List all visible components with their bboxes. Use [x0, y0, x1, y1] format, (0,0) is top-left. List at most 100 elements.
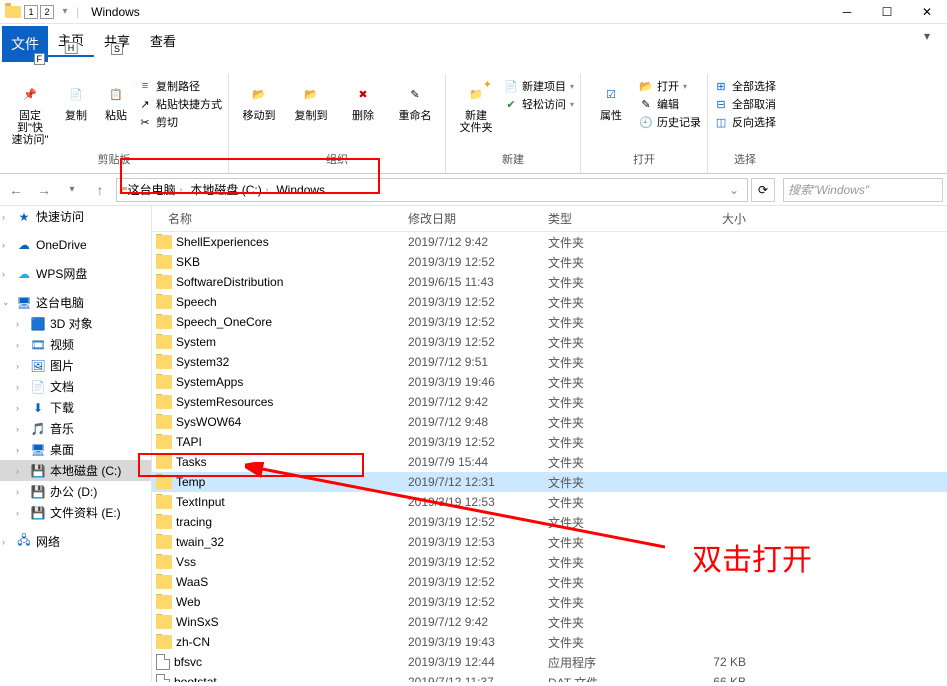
copy-button[interactable]: 📄复制: [58, 78, 94, 124]
expand-icon[interactable]: ›: [2, 240, 12, 250]
address-bar[interactable]: › 这台电脑› 本地磁盘 (C:)› Windows ⌄: [116, 178, 748, 202]
rename-button[interactable]: ✎重命名: [391, 78, 439, 124]
select-none-button[interactable]: ⊟全部取消: [714, 96, 776, 112]
qat-key-1[interactable]: 1: [24, 5, 38, 19]
sidebar-item-9[interactable]: ›💾文件资料 (E:): [0, 502, 151, 523]
sidebar-quick-access[interactable]: ›★快速访问: [0, 206, 151, 227]
breadcrumb-pc[interactable]: 这台电脑›: [124, 181, 187, 198]
sidebar-item-5[interactable]: ›🎵音乐: [0, 418, 151, 439]
tab-2[interactable]: 查看: [140, 25, 186, 56]
expand-icon[interactable]: ›: [16, 445, 26, 455]
moveto-button[interactable]: 📂移动到: [235, 78, 283, 124]
sidebar-network[interactable]: ›🖧网络: [0, 531, 151, 552]
file-list[interactable]: 名称 修改日期 类型 大小 ShellExperiences 2019/7/12…: [152, 206, 947, 682]
qat-dropdown-icon[interactable]: ▾: [56, 3, 74, 21]
copy-path-button[interactable]: ≡复制路径: [138, 78, 222, 94]
paste-button[interactable]: 📋粘贴: [98, 78, 134, 124]
list-item[interactable]: twain_32 2019/3/19 12:53 文件夹: [152, 532, 947, 552]
sidebar-item-2[interactable]: ›🖼图片: [0, 355, 151, 376]
list-item[interactable]: Speech_OneCore 2019/3/19 12:52 文件夹: [152, 312, 947, 332]
search-input[interactable]: 搜索"Windows": [783, 178, 943, 202]
expand-icon[interactable]: ›: [2, 269, 12, 279]
expand-icon[interactable]: ›: [16, 508, 26, 518]
expand-icon[interactable]: ›: [16, 340, 26, 350]
list-item[interactable]: Web 2019/3/19 12:52 文件夹: [152, 592, 947, 612]
list-item[interactable]: Tasks 2019/7/9 15:44 文件夹: [152, 452, 947, 472]
list-item[interactable]: WaaS 2019/3/19 12:52 文件夹: [152, 572, 947, 592]
list-item[interactable]: SysWOW64 2019/7/12 9:48 文件夹: [152, 412, 947, 432]
easy-access-button[interactable]: ✔轻松访问 ▾: [504, 96, 574, 112]
expand-icon[interactable]: ›: [16, 466, 26, 476]
list-item[interactable]: TextInput 2019/3/19 12:53 文件夹: [152, 492, 947, 512]
maximize-button[interactable]: ☐: [867, 0, 907, 24]
copyto-button[interactable]: 📂复制到: [287, 78, 335, 124]
new-item-button[interactable]: 📄新建项目 ▾: [504, 78, 574, 94]
column-name[interactable]: 名称: [152, 206, 402, 231]
qat-key-2[interactable]: 2: [40, 5, 54, 19]
list-item[interactable]: Speech 2019/3/19 12:52 文件夹: [152, 292, 947, 312]
expand-icon[interactable]: ›: [16, 361, 26, 371]
sidebar-item-1[interactable]: ›🎞视频: [0, 334, 151, 355]
sidebar-item-7[interactable]: ›💾本地磁盘 (C:): [0, 460, 151, 481]
column-type[interactable]: 类型: [542, 206, 652, 231]
delete-button[interactable]: ✖删除: [339, 78, 387, 124]
edit-button[interactable]: ✎编辑: [639, 96, 701, 112]
sidebar-item-4[interactable]: ›⬇下载: [0, 397, 151, 418]
properties-button[interactable]: ☑属性: [587, 78, 635, 124]
list-item[interactable]: TAPI 2019/3/19 12:52 文件夹: [152, 432, 947, 452]
list-item[interactable]: ShellExperiences 2019/7/12 9:42 文件夹: [152, 232, 947, 252]
sidebar-this-pc[interactable]: ⌄🖥这台电脑: [0, 292, 151, 313]
folder-icon[interactable]: [4, 3, 22, 21]
up-button[interactable]: ↑: [88, 178, 112, 202]
column-size[interactable]: 大小: [652, 206, 752, 231]
list-item[interactable]: zh-CN 2019/3/19 19:43 文件夹: [152, 632, 947, 652]
collapse-icon[interactable]: ⌄: [2, 297, 12, 308]
pin-button[interactable]: 📌固定到"快 速访问": [6, 78, 54, 148]
sidebar-onedrive[interactable]: ›☁OneDrive: [0, 235, 151, 255]
sidebar-wps[interactable]: ›☁WPS网盘: [0, 263, 151, 284]
breadcrumb-windows[interactable]: Windows: [272, 183, 329, 197]
expand-icon[interactable]: ›: [16, 424, 26, 434]
address-dropdown-icon[interactable]: ⌄: [725, 183, 743, 197]
expand-icon[interactable]: ›: [16, 319, 26, 329]
list-item[interactable]: tracing 2019/3/19 12:52 文件夹: [152, 512, 947, 532]
open-button[interactable]: 📂打开 ▾: [639, 78, 701, 94]
close-button[interactable]: ✕: [907, 0, 947, 24]
expand-icon[interactable]: ›: [16, 382, 26, 392]
list-item[interactable]: SystemApps 2019/3/19 19:46 文件夹: [152, 372, 947, 392]
sidebar-item-3[interactable]: ›📄文档: [0, 376, 151, 397]
list-item[interactable]: System 2019/3/19 12:52 文件夹: [152, 332, 947, 352]
forward-button[interactable]: →: [32, 178, 56, 202]
list-item[interactable]: Temp 2019/7/12 12:31 文件夹: [152, 472, 947, 492]
paste-shortcut-button[interactable]: ↗粘贴快捷方式: [138, 96, 222, 112]
ribbon-expand-icon[interactable]: ▾: [907, 24, 947, 48]
history-button[interactable]: 🕘历史记录: [639, 114, 701, 130]
expand-icon[interactable]: ›: [2, 212, 12, 222]
list-item[interactable]: SKB 2019/3/19 12:52 文件夹: [152, 252, 947, 272]
invert-button[interactable]: ◫反向选择: [714, 114, 776, 130]
expand-icon[interactable]: ›: [2, 537, 12, 547]
list-item[interactable]: bootstat 2019/7/12 11:37 DAT 文件 66 KB: [152, 672, 947, 682]
list-item[interactable]: SoftwareDistribution 2019/6/15 11:43 文件夹: [152, 272, 947, 292]
list-item[interactable]: WinSxS 2019/7/12 9:42 文件夹: [152, 612, 947, 632]
cut-button[interactable]: ✂剪切: [138, 114, 222, 130]
list-item[interactable]: System32 2019/7/12 9:51 文件夹: [152, 352, 947, 372]
expand-icon[interactable]: ›: [16, 403, 26, 413]
refresh-button[interactable]: ⟳: [751, 178, 775, 202]
sidebar-item-8[interactable]: ›💾办公 (D:): [0, 481, 151, 502]
sidebar-item-0[interactable]: ›🟦3D 对象: [0, 313, 151, 334]
expand-icon[interactable]: ›: [16, 487, 26, 497]
select-all-button[interactable]: ⊞全部选择: [714, 78, 776, 94]
new-folder-button[interactable]: 📁✦新建 文件夹: [452, 78, 500, 136]
tab-file[interactable]: 文件 F: [2, 26, 48, 62]
column-date[interactable]: 修改日期: [402, 206, 542, 231]
list-item[interactable]: bfsvc 2019/3/19 12:44 应用程序 72 KB: [152, 652, 947, 672]
tab-1[interactable]: 共享S: [94, 25, 140, 56]
list-item[interactable]: Vss 2019/3/19 12:52 文件夹: [152, 552, 947, 572]
recent-dropdown-button[interactable]: ▾: [60, 178, 84, 202]
tab-0[interactable]: 主页H: [48, 24, 94, 57]
list-item[interactable]: SystemResources 2019/7/12 9:42 文件夹: [152, 392, 947, 412]
sidebar-item-6[interactable]: ›🖥桌面: [0, 439, 151, 460]
breadcrumb-drive[interactable]: 本地磁盘 (C:)›: [186, 181, 272, 198]
back-button[interactable]: ←: [4, 178, 28, 202]
